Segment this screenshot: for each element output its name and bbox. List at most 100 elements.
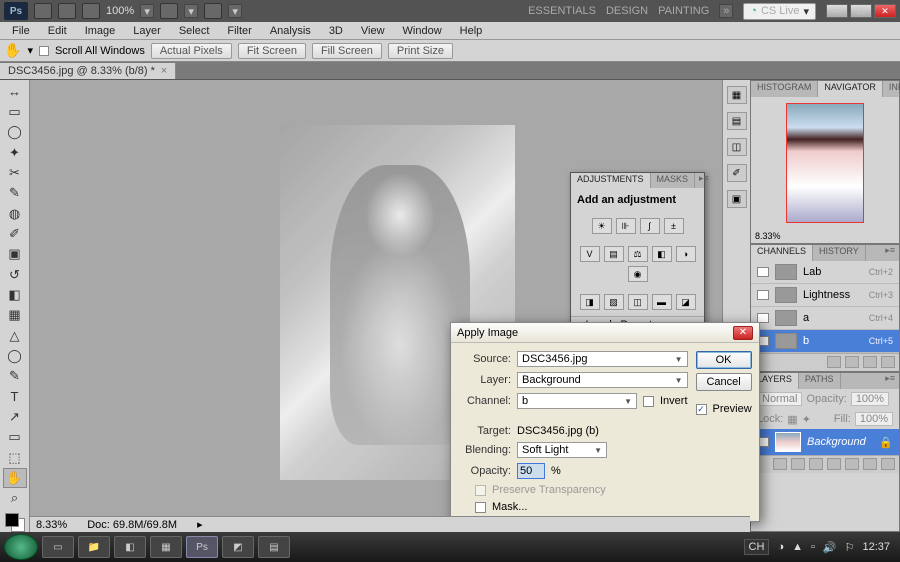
zoom-tool[interactable]: ⌕ (3, 489, 27, 508)
task-app3[interactable]: ◩ (222, 536, 254, 558)
preview-checkbox[interactable]: ✓ (696, 404, 707, 415)
tray-volume-icon[interactable]: 🔊 (823, 541, 837, 554)
mask-icon[interactable] (809, 458, 823, 470)
channel-b[interactable]: bCtrl+5 (751, 330, 899, 353)
minibridge-icon[interactable] (58, 3, 76, 19)
document-tab[interactable]: DSC3456.jpg @ 8.33% (b/8) * × (0, 63, 176, 79)
brush-tool[interactable]: ✐ (3, 224, 27, 243)
wand-tool[interactable]: ✦ (3, 143, 27, 162)
invert-icon[interactable]: ◨ (580, 294, 600, 310)
tab-histogram[interactable]: HISTOGRAM (751, 81, 818, 97)
heal-tool[interactable]: ◍ (3, 204, 27, 223)
language-indicator[interactable]: CH (744, 539, 770, 555)
crop-tool[interactable]: ✂ (3, 163, 27, 182)
pen-tool[interactable]: ✎ (3, 367, 27, 386)
menu-view[interactable]: View (353, 23, 393, 39)
tab-close-icon[interactable]: × (161, 65, 167, 77)
move-tool[interactable]: ↔ (3, 82, 27, 101)
blend-mode-select[interactable]: Normal (757, 392, 802, 406)
marquee-tool[interactable]: ▭ (3, 102, 27, 121)
levels-icon[interactable]: ⊪ (616, 218, 636, 234)
exposure-icon[interactable]: ± (664, 218, 684, 234)
mixer-icon[interactable]: ◉ (628, 266, 648, 282)
source-select[interactable]: DSC3456.jpg▼ (517, 351, 688, 367)
opacity-input[interactable] (517, 463, 545, 479)
tab-channels[interactable]: CHANNELS (751, 245, 813, 261)
path-tool[interactable]: ↗ (3, 407, 27, 426)
maximize-button[interactable]: ☐ (850, 4, 872, 18)
menu-3d[interactable]: 3D (321, 23, 351, 39)
save-selection-icon[interactable] (845, 356, 859, 368)
color-swatch[interactable] (5, 513, 25, 532)
task-photoshop[interactable]: Ps (186, 536, 218, 558)
swatches-panel-icon[interactable]: ▤ (727, 112, 747, 130)
photo-filter-icon[interactable]: ◑ (676, 246, 696, 262)
menu-select[interactable]: Select (171, 23, 218, 39)
clock[interactable]: 12:37 (862, 541, 890, 553)
fit-screen-button[interactable]: Fit Screen (238, 43, 306, 59)
hand-tool[interactable]: ✋ (3, 468, 27, 487)
screen-mode-icon[interactable] (204, 3, 222, 19)
adjustments-menu-icon[interactable]: ▸≡ (695, 173, 713, 188)
load-selection-icon[interactable] (827, 356, 841, 368)
layers-menu-icon[interactable]: ▸≡ (881, 373, 899, 389)
menu-window[interactable]: Window (395, 23, 450, 39)
history-brush-tool[interactable]: ↺ (3, 265, 27, 284)
group-icon[interactable] (845, 458, 859, 470)
trash-icon[interactable] (881, 356, 895, 368)
menu-file[interactable]: File (4, 23, 38, 39)
new-layer-icon[interactable] (863, 458, 877, 470)
tray-icon[interactable]: ◑ (777, 541, 784, 553)
menu-analysis[interactable]: Analysis (262, 23, 319, 39)
actual-pixels-button[interactable]: Actual Pixels (151, 43, 232, 59)
channel-lightness[interactable]: LightnessCtrl+3 (751, 284, 899, 307)
stamp-tool[interactable]: ▣ (3, 245, 27, 264)
mask-checkbox[interactable] (475, 502, 486, 513)
view-extras-icon[interactable] (82, 3, 100, 19)
tray-flag-icon[interactable]: ⚐ (845, 541, 855, 554)
fx-icon[interactable] (791, 458, 805, 470)
blending-select[interactable]: Soft Light▼ (517, 442, 607, 458)
channels-menu-icon[interactable]: ▸≡ (881, 245, 899, 261)
scroll-all-checkbox[interactable] (39, 46, 49, 56)
workspace-essentials[interactable]: ESSENTIALS (528, 5, 596, 17)
bw-icon[interactable]: ◧ (652, 246, 672, 262)
print-size-button[interactable]: Print Size (388, 43, 453, 59)
start-button[interactable] (4, 534, 38, 560)
task-folder[interactable]: 📁 (78, 536, 110, 558)
menu-image[interactable]: Image (77, 23, 124, 39)
zoom-dropdown-icon[interactable]: ▾ (140, 4, 154, 18)
arrange-dropdown-icon[interactable]: ▾ (184, 4, 198, 18)
tab-masks[interactable]: MASKS (651, 173, 696, 188)
trash-icon[interactable] (881, 458, 895, 470)
selective-icon[interactable]: ◪ (676, 294, 696, 310)
threshold-icon[interactable]: ◫ (628, 294, 648, 310)
zoom-level[interactable]: 100% (106, 5, 134, 17)
blur-tool[interactable]: △ (3, 326, 27, 345)
menu-help[interactable]: Help (452, 23, 491, 39)
arrange-docs-icon[interactable] (160, 3, 178, 19)
screen-dropdown-icon[interactable]: ▾ (228, 4, 242, 18)
color-panel-icon[interactable]: ▦ (727, 86, 747, 104)
dodge-tool[interactable]: ◯ (3, 346, 27, 365)
link-icon[interactable] (773, 458, 787, 470)
tab-paths[interactable]: PATHS (799, 373, 841, 389)
workspace-more-icon[interactable]: » (719, 4, 733, 18)
channel-lab[interactable]: LabCtrl+2 (751, 261, 899, 284)
3d-tool[interactable]: ⬚ (3, 448, 27, 467)
tab-info[interactable]: INFO (883, 81, 900, 97)
curves-icon[interactable]: ∫ (640, 218, 660, 234)
channel-select[interactable]: b▼ (517, 393, 637, 409)
new-channel-icon[interactable] (863, 356, 877, 368)
lock-pixels-icon[interactable]: ▦ (787, 413, 797, 426)
channel-a[interactable]: aCtrl+4 (751, 307, 899, 330)
visibility-icon[interactable] (757, 267, 769, 277)
opacity-value[interactable]: 100% (851, 392, 889, 406)
task-app4[interactable]: ▤ (258, 536, 290, 558)
lasso-tool[interactable]: ◯ (3, 123, 27, 142)
tool-dropdown-icon[interactable]: ▾ (27, 44, 33, 57)
gradient-tool[interactable]: ▦ (3, 306, 27, 325)
task-explorer[interactable]: ▭ (42, 536, 74, 558)
eyedropper-tool[interactable]: ✎ (3, 184, 27, 203)
tab-navigator[interactable]: NAVIGATOR (818, 81, 883, 97)
